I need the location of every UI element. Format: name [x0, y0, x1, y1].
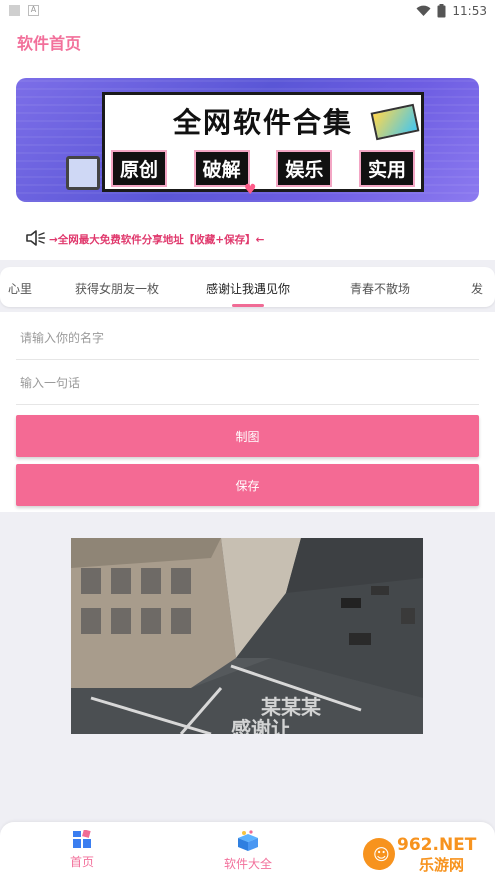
banner-chip: 原创 — [111, 150, 168, 187]
form-card: 制图 保存 — [0, 312, 495, 512]
street-scene: 某某某 感谢让 — [71, 538, 423, 734]
home-icon — [73, 830, 91, 848]
tab-item[interactable]: 心里 — [8, 280, 32, 297]
nav-software[interactable]: 软件大全 — [208, 830, 288, 872]
status-right: 11:53 — [416, 2, 487, 20]
tab-item[interactable]: 发 — [471, 280, 483, 297]
overlay-name-text: 某某某 — [261, 695, 322, 719]
tablet-illustration — [66, 156, 100, 190]
banner-chip: 实用 — [358, 150, 415, 187]
tab-item[interactable]: 青春不散场 — [350, 280, 410, 297]
gift-box-icon — [238, 830, 258, 851]
name-input[interactable] — [16, 316, 479, 360]
banner-image[interactable]: 全网软件合集 原创 破解 娱乐 实用 ♥ — [16, 78, 479, 202]
wifi-icon — [416, 5, 431, 17]
status-time: 11:53 — [452, 4, 487, 18]
preview-image: 某某某 感谢让 — [71, 538, 423, 734]
status-bar: A 11:53 — [0, 0, 495, 22]
speaker-icon — [26, 230, 46, 246]
nav-home[interactable]: 首页 — [42, 830, 122, 870]
tab-item-active[interactable]: 感谢让我遇见你 — [206, 280, 290, 297]
save-button[interactable]: 保存 — [16, 464, 479, 506]
sentence-input[interactable] — [16, 361, 479, 405]
category-tabs: 心里 获得女朋友一枚 感谢让我遇见你 青春不散场 发 — [0, 267, 495, 307]
tab-item[interactable]: 获得女朋友一枚 — [75, 280, 159, 297]
tab-indicator — [232, 304, 264, 307]
notification-icon — [9, 5, 20, 16]
bottom-nav: 首页 软件大全 ☺ 962.NET 乐游网 — [0, 822, 495, 880]
banner-chip: 娱乐 — [276, 150, 333, 187]
banner-chips: 原创 破解 娱乐 实用 — [111, 150, 415, 187]
banner-section: 全网软件合集 原创 破解 娱乐 实用 ♥ — [0, 62, 495, 216]
notice-text: →全网最大免费软件分享地址【收藏+保存】← — [49, 234, 265, 246]
heart-icon: ♥ — [244, 182, 257, 198]
battery-icon — [437, 4, 446, 18]
page-title: 软件首页 — [17, 34, 82, 53]
watermark-site: 乐游网 — [419, 856, 464, 874]
overlay-sentence-text: 感谢让 — [231, 717, 291, 734]
site-watermark: ☺ 962.NET 乐游网 — [363, 835, 477, 874]
a-notification-icon: A — [28, 5, 39, 16]
nav-home-label: 首页 — [69, 855, 94, 869]
watermark-brand: 962.NET — [397, 835, 477, 855]
svg-text:☺: ☺ — [373, 845, 390, 864]
nav-software-label: 软件大全 — [223, 857, 272, 871]
app-bar: 软件首页 — [0, 22, 495, 62]
make-image-button[interactable]: 制图 — [16, 415, 479, 457]
notice-bar: →全网最大免费软件分享地址【收藏+保存】← — [0, 216, 495, 260]
banner-board: 全网软件合集 原创 破解 娱乐 实用 — [102, 92, 424, 192]
banner-chip: 破解 — [193, 150, 250, 187]
